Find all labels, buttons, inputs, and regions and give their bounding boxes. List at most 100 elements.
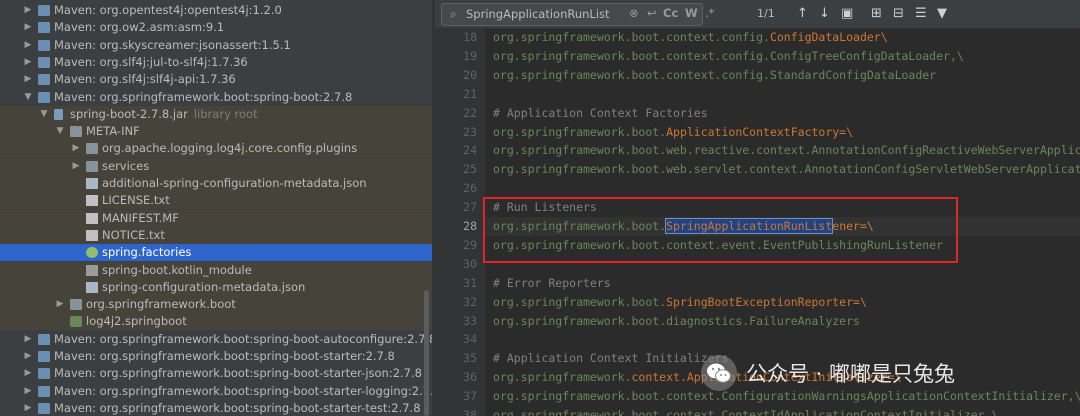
lib-icon bbox=[38, 402, 50, 414]
line-number: 30 bbox=[463, 256, 477, 271]
line-number-gutter: 18 19 20 21 22 23 24 25 26 27 28 29 30 31 32 33 34 35 36 37… bbox=[435, 28, 485, 416]
select-all-icon[interactable]: ▣ bbox=[841, 5, 853, 22]
json-icon bbox=[86, 178, 98, 189]
tree-row[interactable]: ▶ Maven: org.springframework.boot:spring-… bbox=[0, 383, 432, 400]
collapse-arrow-icon[interactable]: ▶ bbox=[22, 331, 34, 348]
tree-row[interactable]: ▼ Maven: org.springframework.boot:spring-… bbox=[0, 89, 432, 106]
tree-row[interactable]: ▼ spring-boot-2.7.8.jar library root bbox=[0, 105, 432, 123]
tree-row-label: log4j2.springboot bbox=[86, 314, 187, 329]
history-icon[interactable]: ↩ bbox=[647, 5, 657, 22]
search-icon: ⌕ bbox=[450, 7, 457, 21]
ide-window: ▶ Maven: org.opentest4j:opentest4j:1.2.0 ▶… bbox=[0, 0, 1080, 416]
tree-row[interactable]: log4j2.springboot bbox=[0, 313, 432, 331]
module-icon bbox=[86, 264, 98, 276]
find-query-text[interactable]: SpringApplicationRunList bbox=[466, 6, 610, 23]
folder-icon bbox=[70, 126, 82, 138]
tree-row[interactable]: spring.factories bbox=[0, 244, 432, 262]
factories-icon bbox=[86, 247, 98, 259]
tree-row[interactable]: LICENSE.txt bbox=[0, 192, 432, 210]
project-tree-panel: ▶ Maven: org.opentest4j:opentest4j:1.2.0 ▶… bbox=[0, 0, 432, 416]
collapse-arrow-icon[interactable]: ▶ bbox=[70, 140, 82, 157]
tree-row-label: Maven: org.slf4j:jul-to-slf4j:1.7.36 bbox=[54, 54, 248, 69]
collapse-arrow-icon[interactable]: ▶ bbox=[70, 158, 82, 175]
collapse-arrow-icon[interactable]: ▶ bbox=[22, 348, 34, 365]
pkg-icon bbox=[70, 299, 82, 311]
words-icon[interactable]: W bbox=[685, 5, 698, 22]
tree-row[interactable]: spring-configuration-metadata.json bbox=[0, 278, 432, 296]
expand-arrow-icon[interactable]: ▼ bbox=[54, 123, 66, 140]
tree-row-label: Maven: org.slf4j:slf4j-api:1.7.36 bbox=[54, 72, 236, 87]
tree-row[interactable]: ▶ Maven: org.springframework.boot:spring-… bbox=[0, 331, 432, 348]
tree-row[interactable]: ▶ Maven: org.skyscreamer:jsonassert:1.5.1 bbox=[0, 37, 432, 54]
tree-row[interactable]: spring-boot.kotlin_module bbox=[0, 261, 432, 279]
code-prefix: org.springframework.boot.context.config.… bbox=[493, 67, 937, 82]
collapse-arrow-icon[interactable]: ▶ bbox=[22, 37, 34, 54]
code-prefix: org.springframework.boot. bbox=[493, 294, 667, 309]
tree-row[interactable]: MANIFEST.MF bbox=[0, 209, 432, 227]
clear-icon[interactable]: ⊗ bbox=[629, 5, 639, 22]
line-number: 37 bbox=[463, 389, 477, 404]
tree-row[interactable]: ▶ Maven: org.opentest4j:opentest4j:1.2.0 bbox=[0, 2, 432, 19]
code-line: org.springframework.boot.web.reactive.co… bbox=[493, 141, 1080, 160]
collapse-arrow-icon[interactable]: ▶ bbox=[22, 383, 34, 400]
line-number: 20 bbox=[463, 67, 477, 82]
tree-row[interactable]: ▶ Maven: org.slf4j:jul-to-slf4j:1.7.36 bbox=[0, 54, 432, 71]
tree-row[interactable]: ▶ Maven: org.springframework.boot:spring-… bbox=[0, 348, 432, 365]
code-suffix: SpringBootExceptionReporter=\ bbox=[666, 294, 867, 309]
json-icon bbox=[86, 281, 98, 293]
next-match-icon[interactable]: ↓ bbox=[819, 5, 830, 22]
collapse-arrow-icon[interactable]: ▶ bbox=[22, 71, 34, 88]
collapse-arrow-icon[interactable]: ▶ bbox=[54, 296, 66, 313]
code-line: org.springframework.boot.context.Context… bbox=[493, 406, 998, 416]
tree-row-label: Maven: org.opentest4j:opentest4j:1.2.0 bbox=[54, 3, 282, 17]
lib-icon bbox=[38, 56, 50, 68]
code-suffix: ConfigDataLoader\ bbox=[769, 30, 888, 44]
tree-row[interactable]: ▶ services bbox=[0, 157, 432, 175]
prev-match-icon[interactable]: ↑ bbox=[797, 5, 808, 22]
tree-row[interactable]: NOTICE.txt bbox=[0, 226, 432, 244]
tree-row[interactable]: ▶ Maven: org.springframework.boot:spring-… bbox=[0, 365, 432, 382]
tree-row-label: MANIFEST.MF bbox=[102, 210, 179, 225]
filter-toggle-icon[interactable]: ☰ bbox=[915, 5, 927, 22]
code-line: org.springframework.boot.context.config.… bbox=[493, 28, 888, 47]
line-number: 28 bbox=[463, 219, 477, 233]
collapse-arrow-icon[interactable]: ▶ bbox=[22, 400, 34, 416]
line-number: 24 bbox=[463, 143, 477, 158]
code-prefix: org.springframework.boot.context.config. bbox=[493, 30, 770, 44]
collapse-arrow-icon[interactable]: ▶ bbox=[22, 365, 34, 382]
tree-row[interactable]: ▶ Maven: org.ow2.asm:asm:9.1 bbox=[0, 19, 432, 36]
code-comment-line: # Error Reporters bbox=[493, 275, 611, 290]
line-number: 36 bbox=[463, 370, 477, 385]
tree-row-label: services bbox=[102, 158, 150, 173]
line-number: 19 bbox=[463, 48, 477, 63]
tree-scrollbar[interactable] bbox=[424, 290, 429, 416]
exclude-icon[interactable]: ⊟ bbox=[893, 5, 904, 22]
code-prefix: org.springframework.boot. bbox=[493, 124, 667, 139]
tree-row[interactable]: ▼ META-INF bbox=[0, 123, 432, 141]
code-prefix: org.springframework.boot.context.Context… bbox=[493, 408, 999, 416]
expand-arrow-icon[interactable]: ▼ bbox=[22, 89, 34, 106]
tree-row[interactable]: additional-spring-configuration-metadata… bbox=[0, 175, 432, 192]
expand-arrow-icon[interactable]: ▼ bbox=[38, 106, 50, 123]
tree-row-label: org.springframework.boot bbox=[86, 297, 236, 312]
collapse-arrow-icon[interactable]: ▶ bbox=[22, 2, 34, 19]
code-line: org.springframework.boot.context.Configu… bbox=[493, 387, 1080, 406]
collapse-arrow-icon[interactable]: ▶ bbox=[22, 54, 34, 71]
tree-row[interactable]: ▶ Maven: org.springframework.boot:spring-… bbox=[0, 400, 432, 416]
txt-icon bbox=[86, 212, 98, 224]
code-prefix: org.springframework.boot.context.config.… bbox=[493, 48, 964, 63]
add-selection-icon[interactable]: ⊞ bbox=[871, 5, 882, 22]
lib-icon bbox=[38, 91, 50, 103]
code-prefix: org.springframework. bbox=[493, 370, 632, 385]
tree-row-label: spring.factories bbox=[102, 245, 192, 260]
tree-row[interactable]: ▶ org.springframework.boot bbox=[0, 296, 432, 314]
wechat-logo-icon bbox=[701, 355, 737, 391]
line-number: 22 bbox=[463, 105, 477, 120]
tree-row[interactable]: ▶ Maven: org.slf4j:slf4j-api:1.7.36 bbox=[0, 71, 432, 88]
match-case-icon[interactable]: Cc bbox=[663, 5, 678, 22]
tree-row[interactable]: ▶ org.apache.logging.log4j.core.config.pl… bbox=[0, 140, 432, 158]
collapse-arrow-icon[interactable]: ▶ bbox=[22, 19, 34, 36]
filter-icon[interactable]: ▼ bbox=[937, 5, 947, 22]
code-prefix: org.springframework.boot.context.Configu… bbox=[493, 389, 1080, 404]
regex-icon[interactable]: .* bbox=[705, 5, 714, 22]
